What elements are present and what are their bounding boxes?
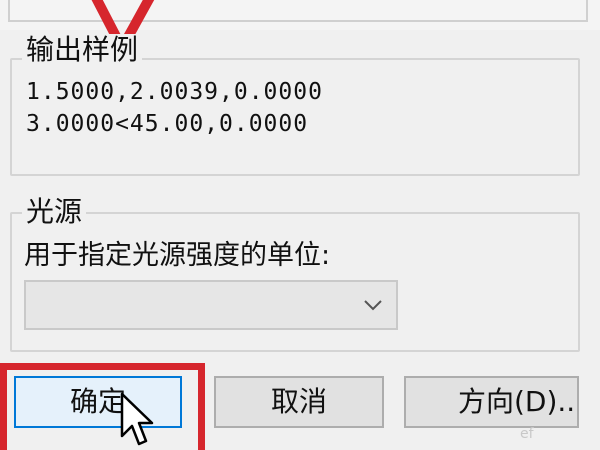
chevron-down-icon[interactable]: [362, 294, 384, 316]
output-sample-line-2: 3.0000<45.00,0.0000: [26, 111, 309, 137]
watermark-text: ef: [520, 426, 534, 442]
output-sample-line-1: 1.5000,2.0039,0.0000: [26, 79, 323, 105]
light-source-label: 光源: [22, 196, 87, 228]
light-units-dropdown[interactable]: [24, 280, 398, 330]
light-units-caption: 用于指定光源强度的单位:: [24, 240, 331, 271]
direction-button[interactable]: 方向(D)...: [404, 376, 579, 428]
red-highlight-box: [0, 363, 205, 450]
mouse-pointer-icon: [120, 392, 154, 446]
cancel-button[interactable]: 取消: [214, 376, 384, 428]
output-sample-label: 输出样例: [22, 34, 143, 66]
